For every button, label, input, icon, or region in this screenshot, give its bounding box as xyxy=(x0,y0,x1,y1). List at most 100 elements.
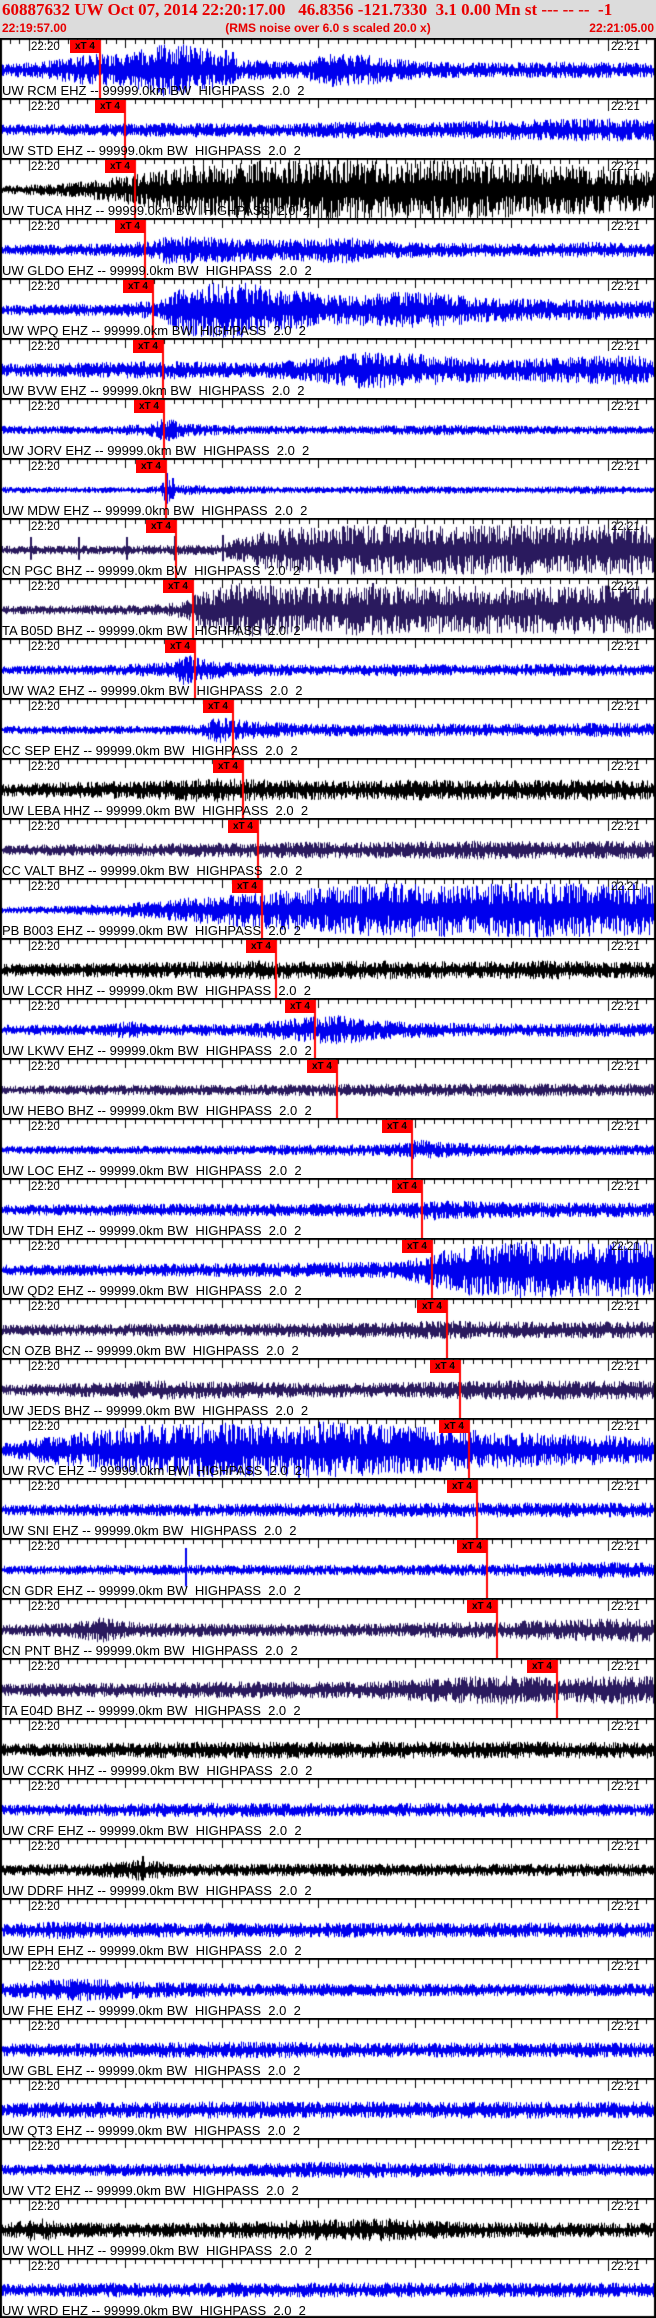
minute-label-left: 22:20 xyxy=(31,161,60,173)
minute-label-right: 22:21 xyxy=(611,2201,640,2213)
pick-flag[interactable]: xT 4 xyxy=(232,880,262,893)
minute-label-left: 22:20 xyxy=(31,701,60,713)
trace-row: 22:20 22:21 xT 4 UW LEBA HHZ -- 99999.0k… xyxy=(0,758,656,818)
minute-label-left: 22:20 xyxy=(31,1841,60,1853)
station-label: UW FHE EHZ -- 99999.0km BW HIGHPASS 2.0 … xyxy=(2,2003,301,2018)
minute-label-right: 22:21 xyxy=(611,101,640,113)
station-label: UW WOLL HHZ -- 99999.0km BW HIGHPASS 2.0… xyxy=(2,2243,312,2258)
trace-row: 22:20 22:21 xT 4 UW JEDS BHZ -- 99999.0k… xyxy=(0,1358,656,1418)
trace-row: 22:20 22:21 xT 4 UW JORV EHZ -- 99999.0k… xyxy=(0,398,656,458)
minute-label-right: 22:21 xyxy=(611,41,640,53)
minute-label-right: 22:21 xyxy=(611,401,640,413)
pick-flag[interactable]: xT 4 xyxy=(134,400,164,413)
minute-label-left: 22:20 xyxy=(31,581,60,593)
station-label: UW SNI EHZ -- 99999.0km BW HIGHPASS 2.0 … xyxy=(2,1523,297,1538)
station-label: PB B003 EHZ -- 99999.0km BW HIGHPASS 2.0… xyxy=(2,923,301,938)
pick-flag[interactable]: xT 4 xyxy=(447,1480,477,1493)
minute-label-right: 22:21 xyxy=(611,821,640,833)
minute-label-left: 22:20 xyxy=(31,1241,60,1253)
pick-flag[interactable]: xT 4 xyxy=(246,940,276,953)
trace-row: 22:20 22:21 xT 4 UW LCCR HHZ -- 99999.0k… xyxy=(0,938,656,998)
station-label: UW VT2 EHZ -- 99999.0km BW HIGHPASS 2.0 … xyxy=(2,2183,299,2198)
minute-label-right: 22:21 xyxy=(611,881,640,893)
station-label: UW MDW EHZ -- 99999.0km BW HIGHPASS 2.0 … xyxy=(2,503,308,518)
minute-label-right: 22:21 xyxy=(611,521,640,533)
pick-flag[interactable]: xT 4 xyxy=(285,1000,315,1013)
minute-label-right: 22:21 xyxy=(611,1241,640,1253)
minute-label-left: 22:20 xyxy=(31,1721,60,1733)
trace-row: 22:20 22:21 UW WOLL HHZ -- 99999.0km BW … xyxy=(0,2198,656,2258)
pick-flag[interactable]: xT 4 xyxy=(95,100,125,113)
pick-flag[interactable]: xT 4 xyxy=(457,1540,487,1553)
station-label: CN PGC BHZ -- 99999.0km BW HIGHPASS 2.0 … xyxy=(2,563,301,578)
minute-label-left: 22:20 xyxy=(31,941,60,953)
window-end-time: 22:21:05.00 xyxy=(589,21,654,35)
trace-row: 22:20 22:21 UW QT3 EHZ -- 99999.0km BW H… xyxy=(0,2078,656,2138)
minute-label-right: 22:21 xyxy=(611,1121,640,1133)
pick-flag[interactable]: xT 4 xyxy=(439,1420,469,1433)
pick-flag[interactable]: xT 4 xyxy=(105,160,135,173)
station-label: UW LCCR HHZ -- 99999.0km BW HIGHPASS 2.0… xyxy=(2,983,311,998)
pick-flag[interactable]: xT 4 xyxy=(146,520,176,533)
minute-label-left: 22:20 xyxy=(31,1421,60,1433)
minute-label-right: 22:21 xyxy=(611,461,640,473)
minute-label-left: 22:20 xyxy=(31,1481,60,1493)
trace-row: 22:20 22:21 xT 4 UW STD EHZ -- 99999.0km… xyxy=(0,98,656,158)
pick-flag[interactable]: xT 4 xyxy=(382,1120,412,1133)
pick-flag[interactable]: xT 4 xyxy=(213,760,243,773)
pick-flag[interactable]: xT 4 xyxy=(136,460,166,473)
trace-row: 22:20 22:21 UW VT2 EHZ -- 99999.0km BW H… xyxy=(0,2138,656,2198)
trace-row: 22:20 22:21 xT 4 UW LOC EHZ -- 99999.0km… xyxy=(0,1118,656,1178)
station-label: UW TUCA HHZ -- 99999.0km BW HIGHPASS 2.0… xyxy=(2,203,310,218)
pick-flag[interactable]: xT 4 xyxy=(228,820,258,833)
pick-flag[interactable]: xT 4 xyxy=(307,1060,337,1073)
minute-label-right: 22:21 xyxy=(611,701,640,713)
minute-label-right: 22:21 xyxy=(611,2021,640,2033)
minute-label-right: 22:21 xyxy=(611,761,640,773)
pick-flag[interactable]: xT 4 xyxy=(402,1240,432,1253)
minute-label-left: 22:20 xyxy=(31,1061,60,1073)
minute-label-right: 22:21 xyxy=(611,1721,640,1733)
station-label: UW CCRK HHZ -- 99999.0km BW HIGHPASS 2.0… xyxy=(2,1763,313,1778)
minute-label-right: 22:21 xyxy=(611,341,640,353)
trace-row: 22:20 22:21 xT 4 UW WPQ EHZ -- 99999.0km… xyxy=(0,278,656,338)
trace-row: 22:20 22:21 xT 4 UW GLDO EHZ -- 99999.0k… xyxy=(0,218,656,278)
pick-flag[interactable]: xT 4 xyxy=(527,1660,557,1673)
trace-row: 22:20 22:21 UW CRF EHZ -- 99999.0km BW H… xyxy=(0,1778,656,1838)
minute-label-left: 22:20 xyxy=(31,2201,60,2213)
trace-row: 22:20 22:21 UW CCRK HHZ -- 99999.0km BW … xyxy=(0,1718,656,1778)
trace-row: 22:20 22:21 xT 4 UW MDW EHZ -- 99999.0km… xyxy=(0,458,656,518)
pick-flag[interactable]: xT 4 xyxy=(165,640,195,653)
station-label: UW RCM EHZ -- 99999.0km BW HIGHPASS 2.0 … xyxy=(2,83,305,98)
minute-label-left: 22:20 xyxy=(31,821,60,833)
pick-flag[interactable]: xT 4 xyxy=(203,700,233,713)
minute-label-left: 22:20 xyxy=(31,1961,60,1973)
pick-flag[interactable]: xT 4 xyxy=(467,1600,497,1613)
trace-row: 22:20 22:21 xT 4 CN PNT BHZ -- 99999.0km… xyxy=(0,1598,656,1658)
minute-label-right: 22:21 xyxy=(611,1421,640,1433)
pick-flag[interactable]: xT 4 xyxy=(123,280,153,293)
pick-flag[interactable]: xT 4 xyxy=(430,1360,460,1373)
seismic-trace-viewer: 60887632 UW Oct 07, 2014 22:20:17.00 46.… xyxy=(0,0,656,2318)
minute-label-left: 22:20 xyxy=(31,221,60,233)
trace-row: 22:20 22:21 xT 4 UW HEBO BHZ -- 99999.0k… xyxy=(0,1058,656,1118)
minute-label-right: 22:21 xyxy=(611,1181,640,1193)
minute-label-left: 22:20 xyxy=(31,41,60,53)
pick-flag[interactable]: xT 4 xyxy=(417,1300,447,1313)
minute-label-right: 22:21 xyxy=(611,1541,640,1553)
minute-label-left: 22:20 xyxy=(31,341,60,353)
station-label: UW TDH EHZ -- 99999.0km BW HIGHPASS 2.0 … xyxy=(2,1223,302,1238)
pick-flag[interactable]: xT 4 xyxy=(70,40,100,53)
minute-label-right: 22:21 xyxy=(611,1781,640,1793)
station-label: UW LOC EHZ -- 99999.0km BW HIGHPASS 2.0 … xyxy=(2,1163,302,1178)
trace-row: 22:20 22:21 xT 4 UW RCM EHZ -- 99999.0km… xyxy=(0,38,656,98)
pick-flag[interactable]: xT 4 xyxy=(392,1180,422,1193)
minute-label-right: 22:21 xyxy=(611,221,640,233)
pick-flag[interactable]: xT 4 xyxy=(163,580,193,593)
trace-row: 22:20 22:21 xT 4 UW TDH EHZ -- 99999.0km… xyxy=(0,1178,656,1238)
trace-row: 22:20 22:21 UW WRD EHZ -- 99999.0km BW H… xyxy=(0,2258,656,2318)
minute-label-left: 22:20 xyxy=(31,1001,60,1013)
pick-flag[interactable]: xT 4 xyxy=(115,220,145,233)
pick-flag[interactable]: xT 4 xyxy=(133,340,163,353)
minute-label-left: 22:20 xyxy=(31,1361,60,1373)
